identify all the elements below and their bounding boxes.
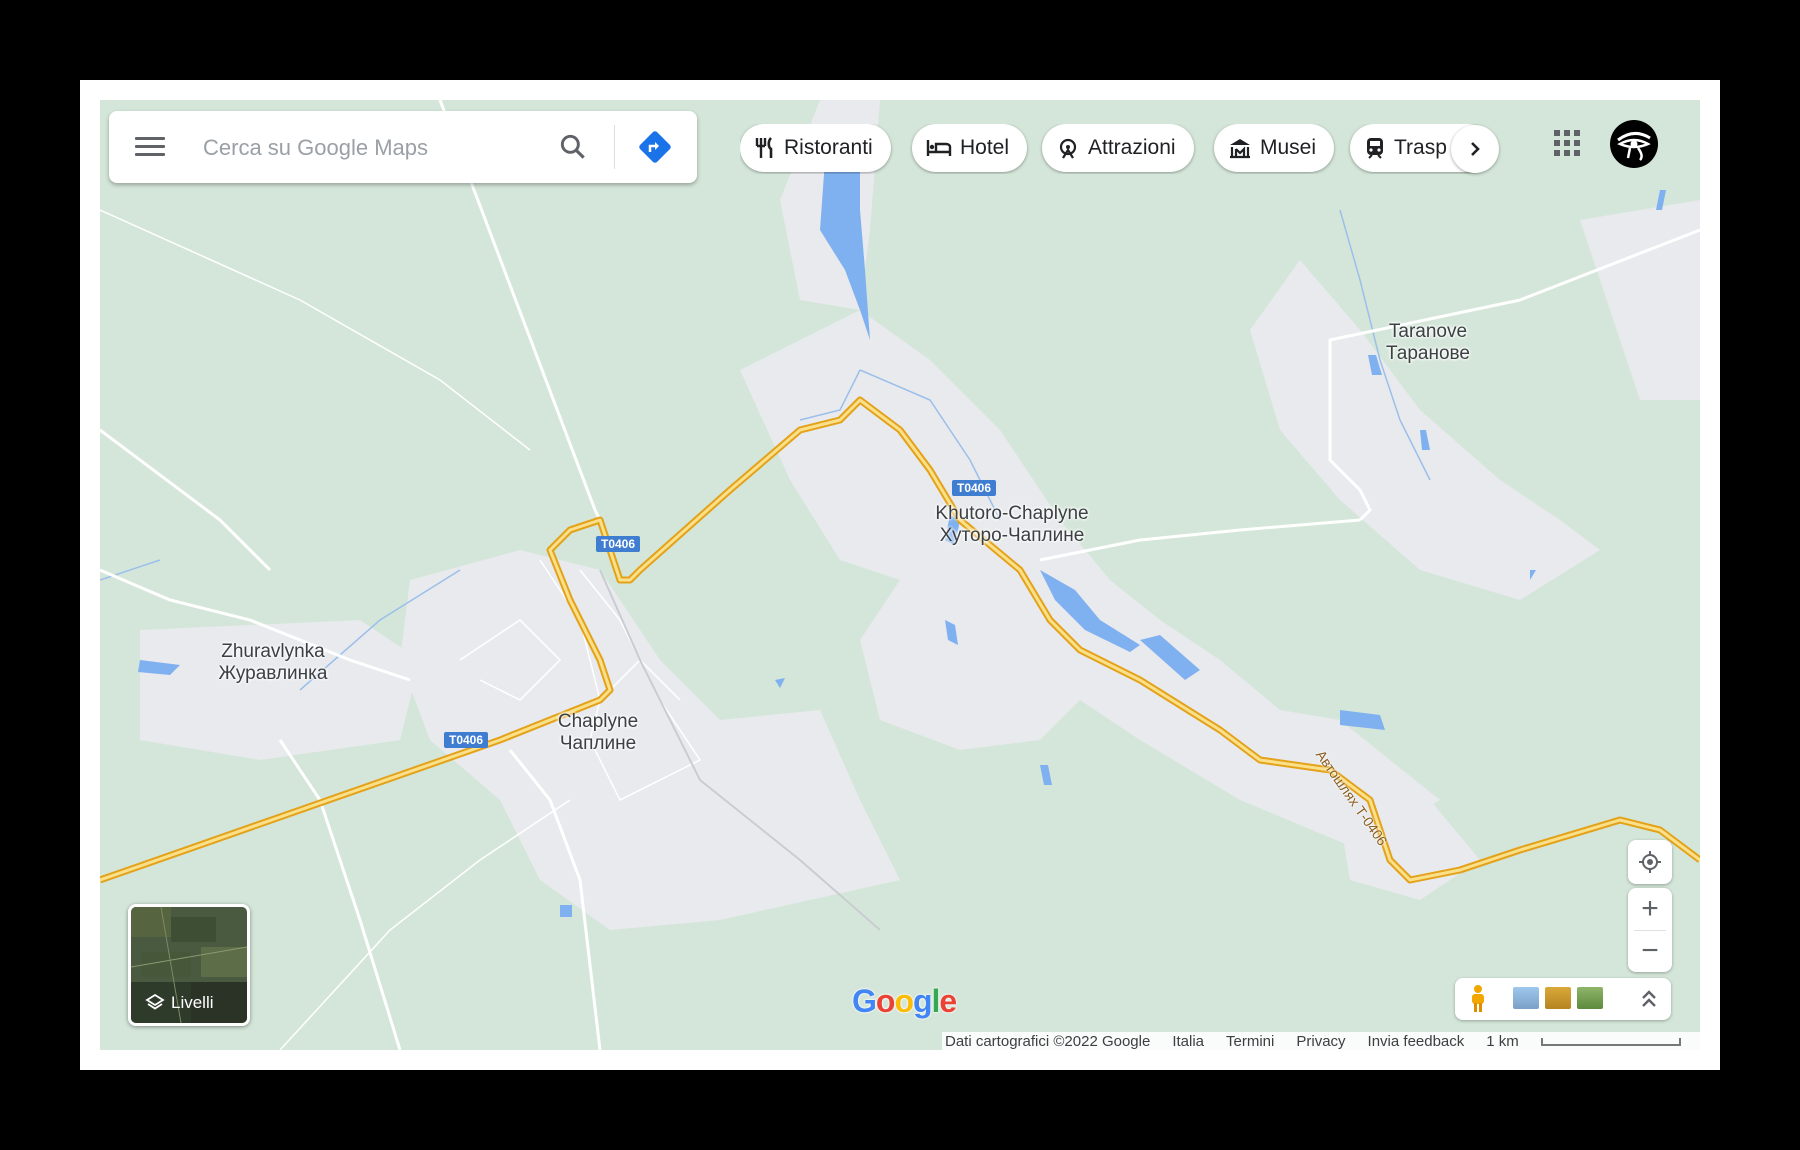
chip-restaurants[interactable]: Ristoranti <box>740 124 891 172</box>
place-name-latin: Khutoro-Chaplyne <box>935 503 1089 524</box>
logo-letter: o <box>875 983 896 1019</box>
map-data-attribution: Dati cartografici ©2022 Google <box>945 1032 1151 1050</box>
place-name-latin: Taranove <box>1388 321 1468 342</box>
search-input[interactable] <box>201 129 535 167</box>
transit-icon <box>1367 138 1383 159</box>
search-divider <box>614 125 615 169</box>
scale-label: 1 km <box>1486 1032 1519 1050</box>
place-label-taranove[interactable]: Taranove Таранове <box>1386 321 1470 365</box>
place-name-latin: Zhuravlynka <box>221 641 325 662</box>
logo-letter: e <box>939 983 957 1019</box>
my-location-icon <box>1639 851 1661 873</box>
place-name-cyrillic: Хуторо-Чаплине <box>939 525 1085 546</box>
apps-grid-icon[interactable] <box>1552 128 1582 158</box>
expand-up-icon[interactable] <box>1637 984 1661 1014</box>
imagery-thumb[interactable] <box>1513 987 1539 1009</box>
logo-letter: o <box>894 983 914 1019</box>
place-label-zhuravlynka[interactable]: Zhuravlynka Журавлинка <box>219 641 328 685</box>
layers-label-row: Livelli <box>145 993 214 1013</box>
pegman-icon[interactable] <box>1465 984 1491 1014</box>
hamburger-icon-line <box>135 137 165 140</box>
zoom-in-button[interactable]: + <box>1628 888 1672 930</box>
logo-letter: G <box>852 983 877 1019</box>
category-chips: Ristoranti Hotel Attrazioni Musei Trasp <box>740 124 1500 174</box>
layers-icon <box>145 993 165 1010</box>
map-base-layer <box>100 100 1700 1050</box>
place-name-cyrillic: Журавлинка <box>218 663 328 684</box>
my-location-button[interactable] <box>1628 840 1672 884</box>
chip-hotel[interactable]: Hotel <box>912 124 1028 172</box>
layers-button[interactable]: Livelli <box>128 904 250 1026</box>
restaurant-icon <box>755 137 773 158</box>
map-canvas[interactable]: Taranove Таранове Khutoro-Chaplyne Хутор… <box>100 100 1700 1050</box>
chips-next-button[interactable] <box>1451 125 1499 173</box>
place-name-cyrillic: Чаплине <box>559 733 637 754</box>
zoom-controls: + − <box>1628 888 1672 972</box>
place-name-latin: Chaplyne <box>557 711 639 732</box>
place-name-cyrillic: Таранове <box>1386 343 1470 364</box>
chip-label: Hotel <box>960 136 1010 159</box>
place-label-khutoro-chaplyne[interactable]: Khutoro-Chaplyne Хуторо-Чаплине <box>935 503 1088 547</box>
imagery-thumb[interactable] <box>1545 987 1571 1009</box>
chip-label: Ristoranti <box>784 136 873 159</box>
eye-of-horus-icon <box>1617 132 1651 161</box>
feedback-link[interactable]: Invia feedback <box>1368 1033 1465 1050</box>
road-shield: T0406 <box>951 480 997 496</box>
map-footer: Dati cartografici ©2022 Google Italia Te… <box>942 1032 1700 1050</box>
chevron-right-icon <box>1471 142 1480 156</box>
privacy-link[interactable]: Privacy <box>1296 1033 1345 1050</box>
imagery-thumb[interactable] <box>1577 987 1603 1009</box>
chip-label: Attrazioni <box>1088 136 1176 159</box>
logo-letter: g <box>912 983 933 1019</box>
imagery-thumbnails <box>1513 987 1603 1009</box>
attractions-icon <box>1059 138 1077 159</box>
hamburger-icon-line <box>135 145 165 148</box>
search-icon[interactable] <box>557 131 589 163</box>
hamburger-icon-line <box>135 153 165 156</box>
search-box <box>109 111 697 183</box>
scale-control[interactable]: 1 km <box>1486 1033 1681 1050</box>
street-view-bar <box>1455 978 1671 1020</box>
zoom-divider <box>1634 930 1666 931</box>
directions-icon[interactable] <box>635 127 675 167</box>
place-label-chaplyne[interactable]: Chaplyne Чаплине <box>558 711 638 755</box>
terms-link[interactable]: Termini <box>1226 1033 1274 1050</box>
museum-icon <box>1230 139 1250 159</box>
chip-label: Musei <box>1260 136 1317 159</box>
hotel-icon <box>926 140 952 156</box>
layers-label: Livelli <box>171 993 214 1012</box>
country-link[interactable]: Italia <box>1172 1033 1204 1050</box>
account-avatar[interactable] <box>1610 120 1658 168</box>
road-shield: T0406 <box>595 536 641 552</box>
google-logo: Google <box>852 983 957 1020</box>
chip-label: Trasp <box>1394 136 1447 159</box>
zoom-out-button[interactable]: − <box>1628 930 1672 972</box>
chip-museums[interactable]: Musei <box>1214 124 1335 172</box>
menu-button[interactable] <box>135 133 165 161</box>
road-shield: T0406 <box>443 732 489 748</box>
scale-bar <box>1540 1037 1681 1046</box>
chip-attractions[interactable]: Attrazioni <box>1042 124 1194 172</box>
